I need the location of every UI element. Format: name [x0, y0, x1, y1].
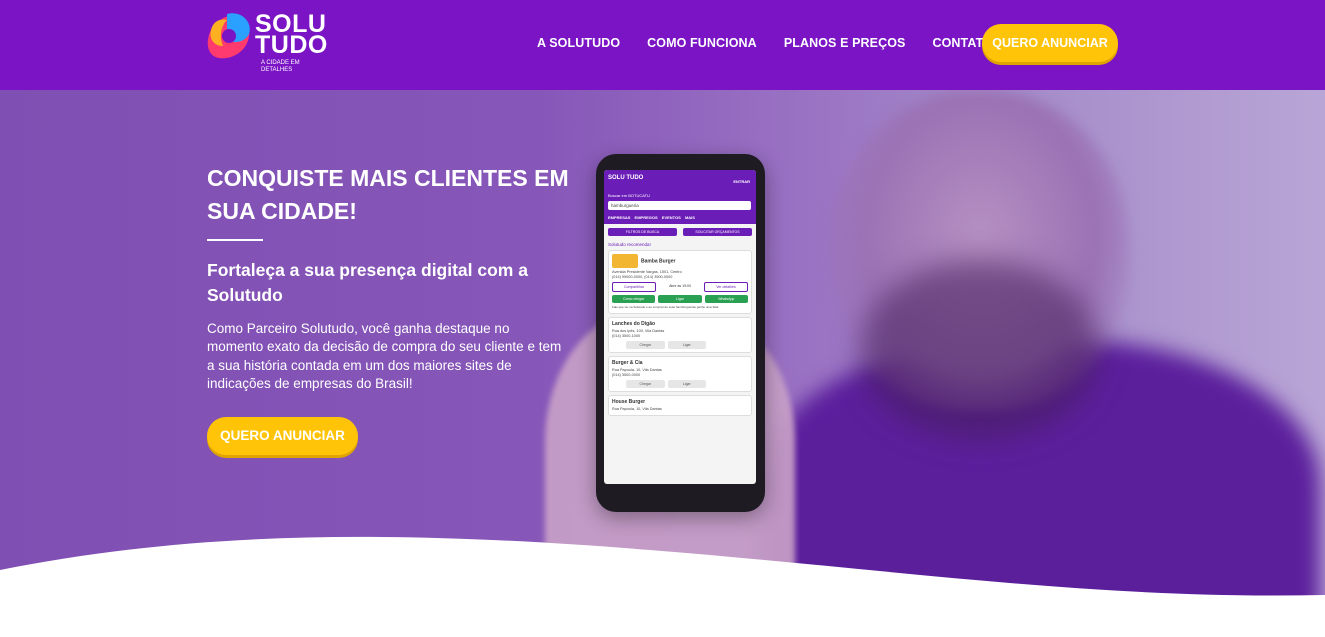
nav-planos-e-precos[interactable]: PLANOS E PREÇOS — [784, 36, 906, 50]
hero-cta-button[interactable]: QUERO ANUNCIAR — [207, 417, 358, 455]
app-header: SOLU TUDO ENTRAR Buscar em BOTUCATU hamb… — [604, 170, 756, 224]
listing-name: Lanches do Digão — [612, 321, 656, 327]
main-nav: A SOLUTUDO COMO FUNCIONA PLANOS E PREÇOS… — [537, 36, 1020, 50]
listing-call: Ligar — [667, 380, 706, 388]
solutudo-logo[interactable]: SOLU TUDO A CIDADE EM DETALHES — [205, 10, 335, 76]
listing-directions: Chegar — [626, 341, 665, 349]
listing-phone: (014) 3500-0000 — [612, 373, 641, 377]
hero-divider — [207, 239, 263, 241]
nav-a-solutudo[interactable]: A SOLUTUDO — [537, 36, 620, 50]
featured-thumbnail — [612, 254, 638, 268]
featured-address: Avenida Presidente Vargas, 1501, Centro — [612, 270, 682, 274]
listing-name: House Burger — [612, 399, 646, 405]
listing-address: Rua Papoula, 10, Vila Dantas — [612, 368, 662, 372]
hero-person-beard — [860, 260, 1100, 440]
featured-directions: Como chegar — [612, 295, 656, 303]
hero-title: CONQUISTE MAIS CLIENTES EM SUA CIDADE! — [207, 165, 569, 224]
phone-mockup: SOLU TUDO ENTRAR Buscar em BOTUCATU hamb… — [596, 154, 765, 512]
app-listing-3: House Burger Rua Papoula, 10, Vila Danta… — [608, 395, 752, 416]
featured-whatsapp: WhatsApp — [704, 295, 748, 303]
logo-tagline: A CIDADE EM DETALHES — [261, 60, 300, 73]
app-recommend-label: Solutudo recomenda! — [608, 242, 651, 247]
app-city-selector: Buscar em BOTUCATU — [608, 193, 650, 198]
app-filters-button: FILTROS DE BUSCA — [608, 228, 677, 236]
logo-mark-icon — [207, 13, 250, 59]
hero-section: CONQUISTE MAIS CLIENTES EM SUA CIDADE! F… — [0, 90, 1325, 637]
app-listing-2: Burger & Cia Rua Papoula, 10, Vila Danta… — [608, 356, 752, 392]
listing-address: Rua Papoula, 10, Vila Dantas — [612, 407, 662, 411]
site-header: SOLU TUDO A CIDADE EM DETALHES A SOLUTUD… — [0, 0, 1325, 90]
listing-name: Burger & Cia — [612, 360, 643, 366]
app-login-link: ENTRAR — [733, 179, 750, 184]
app-logo: SOLU TUDO — [608, 175, 644, 181]
hero-subtitle: Fortaleça a sua presença digital com a S… — [207, 260, 528, 305]
featured-phone: (014) 99000-0000, (014) 3500-0000 — [612, 275, 673, 279]
listing-call: Ligar — [667, 341, 706, 349]
hero-body-text: Como Parceiro Solutudo, você ganha desta… — [207, 321, 562, 391]
listing-directions: Chegar — [626, 380, 665, 388]
featured-hours: Abre as 19:00 — [669, 284, 691, 288]
app-featured-card: Bamba Burger Avenida Presidente Vargas, … — [608, 250, 752, 314]
header-cta-button[interactable]: QUERO ANUNCIAR — [982, 24, 1118, 62]
listing-address: Rua dos Ipês, 100, Vila Dantas — [612, 329, 665, 333]
featured-name: Bamba Burger — [641, 258, 676, 265]
featured-share: Compartilhar — [612, 282, 656, 292]
logo-line-2: TUDO — [255, 31, 328, 59]
featured-note: Fale que viu na Solutudo e ao comprar de… — [612, 305, 719, 309]
app-quote-button: SOLICITAR ORÇAMENTOS — [683, 228, 752, 236]
listing-phone: (014) 3500-1000 — [612, 334, 641, 338]
app-tabs: EMPRESAS EMPREGOS EVENTOS MAIS — [608, 215, 695, 220]
featured-details: Ver detalhes — [704, 282, 748, 292]
phone-screen: SOLU TUDO ENTRAR Buscar em BOTUCATU hamb… — [604, 170, 756, 484]
hero-bottom-wave — [0, 536, 1325, 637]
app-listing-1: Lanches do Digão Rua dos Ipês, 100, Vila… — [608, 317, 752, 353]
nav-como-funciona[interactable]: COMO FUNCIONA — [647, 36, 757, 50]
featured-call: Ligar — [658, 295, 702, 303]
app-search-input: hamburgueria — [608, 201, 751, 210]
